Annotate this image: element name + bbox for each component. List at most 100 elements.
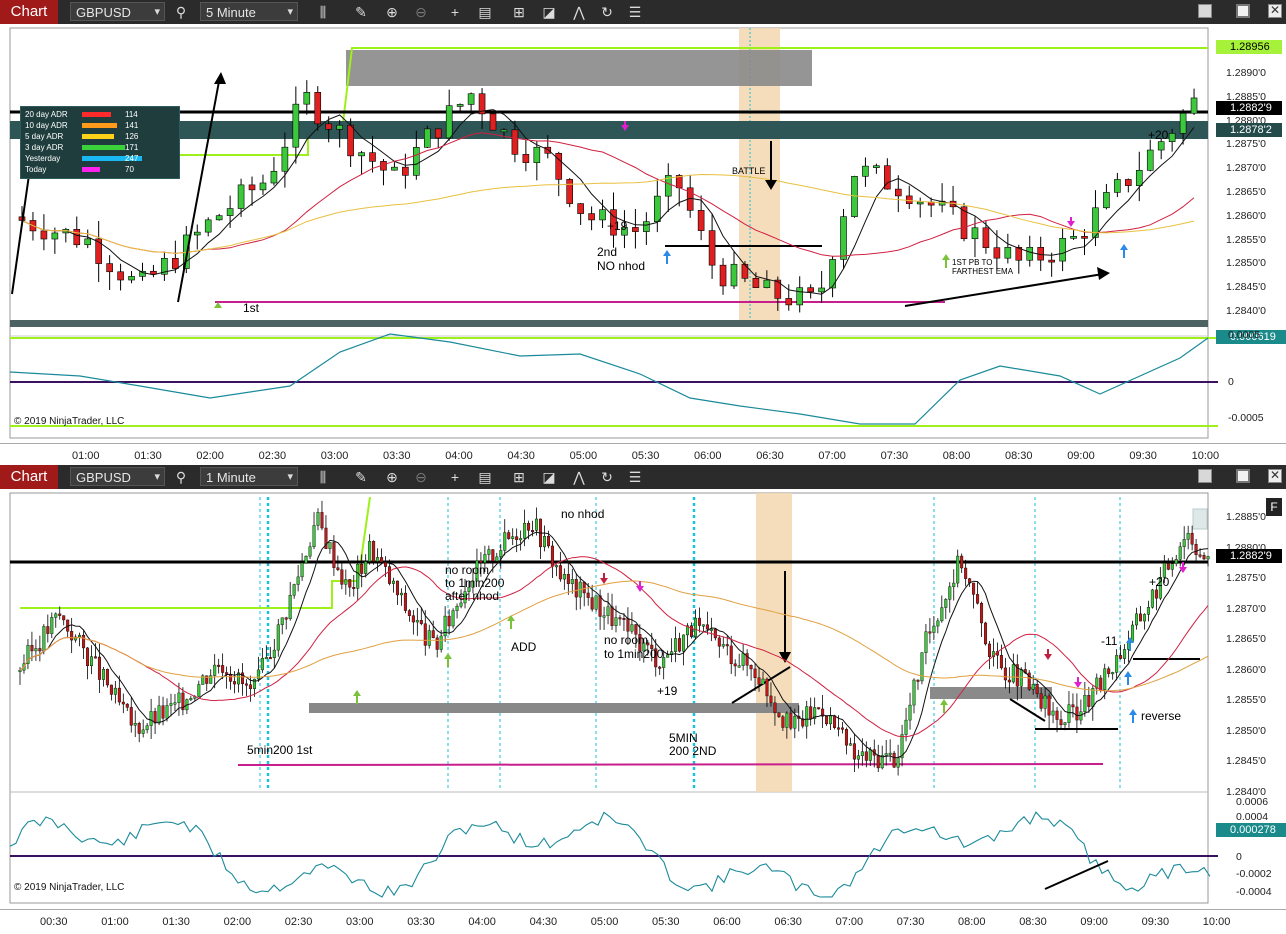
candle-body xyxy=(1035,683,1039,694)
bottom-band xyxy=(10,320,1208,327)
top-chart-tab[interactable]: Chart xyxy=(0,0,58,24)
candle-body xyxy=(1194,544,1198,556)
candle-body xyxy=(487,549,491,555)
time-label: 09:30 xyxy=(1141,916,1170,928)
annotation-2nd: 2nd xyxy=(597,245,618,259)
candle-body xyxy=(960,555,964,569)
bottom-instrument-select[interactable]: GBPUSD ▾ xyxy=(70,467,165,486)
strategies-icon[interactable]: ◪ xyxy=(540,468,558,486)
reload-icon[interactable]: ↻ xyxy=(598,3,616,21)
minimize-button[interactable] xyxy=(1198,4,1212,18)
drawing-tools-icon[interactable]: ⋀ xyxy=(570,468,588,486)
annotation-battle: BATTLE xyxy=(732,166,766,176)
adr-label: 20 day ADR xyxy=(25,110,68,119)
candle-body xyxy=(1071,704,1075,708)
zoom-in-icon[interactable]: ⊕ xyxy=(383,3,401,21)
candle-body xyxy=(499,550,503,558)
bottom-time-axis[interactable]: 00:30 01:00 01:30 02:00 02:30 03:00 03:30 04:00… xyxy=(0,909,1286,934)
battle-zone xyxy=(756,493,792,792)
indicators-icon[interactable]: ⊞ xyxy=(510,3,528,21)
candle-body xyxy=(586,592,590,598)
top-instrument-select[interactable]: GBPUSD ▾ xyxy=(70,2,165,21)
pencil-icon[interactable]: ✎ xyxy=(352,3,370,21)
bottom-interval-select[interactable]: 1 Minute ▾ xyxy=(200,467,298,486)
data-box-icon[interactable]: ▤ xyxy=(476,468,494,486)
adr-value: 247 xyxy=(125,154,139,163)
candle-body xyxy=(916,201,924,205)
top-chart-toolbar: Chart GBPUSD ▾ ⚲ 5 Minute ▾ ⫼ ✎ ⊕ ⊖ + ▤ ⊞ … xyxy=(0,0,1286,25)
zoom-out-icon[interactable]: ⊖ xyxy=(412,468,430,486)
data-box-icon[interactable]: ▤ xyxy=(476,3,494,21)
candle-body xyxy=(165,705,169,719)
maximize-button[interactable] xyxy=(1236,4,1250,18)
candle-body xyxy=(785,712,789,728)
bar-type-icon[interactable]: ⫼ xyxy=(314,3,332,21)
candle-body xyxy=(566,179,573,204)
candle-body xyxy=(654,195,661,222)
candle-body xyxy=(483,554,487,563)
candle-body xyxy=(936,620,940,627)
bottom-chart-tab[interactable]: Chart xyxy=(0,465,58,489)
properties-icon[interactable]: ☰ xyxy=(626,3,644,21)
bar-type-icon[interactable]: ⫼ xyxy=(314,468,332,486)
indicators-icon[interactable]: ⊞ xyxy=(510,468,528,486)
candle-body xyxy=(868,749,872,761)
reload-icon[interactable]: ↻ xyxy=(598,468,616,486)
candle-body xyxy=(999,655,1003,669)
candle-body xyxy=(145,725,149,731)
candle-body xyxy=(757,677,761,685)
candle-body xyxy=(705,624,709,630)
top-interval-select[interactable]: 5 Minute ▾ xyxy=(200,2,298,21)
candle-body xyxy=(719,264,727,287)
pencil-icon[interactable]: ✎ xyxy=(352,468,370,486)
minimize-button[interactable] xyxy=(1198,469,1212,483)
plot-frame xyxy=(9,27,1209,439)
f-button[interactable]: F xyxy=(1266,498,1282,516)
candle-body xyxy=(117,687,121,703)
time-label: 03:30 xyxy=(383,450,411,462)
adr-bar xyxy=(82,145,125,150)
candle-body xyxy=(260,658,264,671)
time-label: 09:00 xyxy=(1067,450,1095,462)
zoom-out-icon[interactable]: ⊖ xyxy=(412,3,430,21)
price-tick: 1.2855'0 xyxy=(1226,694,1266,706)
candle-body xyxy=(456,104,464,107)
drawing-tools-icon[interactable]: ⋀ xyxy=(570,3,588,21)
top-price-chart[interactable] xyxy=(0,24,1218,443)
candle-body xyxy=(197,684,201,697)
crosshair-icon[interactable]: + xyxy=(446,3,464,21)
candle-body xyxy=(980,603,984,624)
candle-body xyxy=(956,555,960,584)
strategies-icon[interactable]: ◪ xyxy=(540,3,558,21)
candle-body xyxy=(423,623,427,646)
candle-body xyxy=(523,523,527,539)
maximize-button[interactable] xyxy=(1236,469,1250,483)
candle-body xyxy=(109,684,113,695)
candle-body xyxy=(117,271,124,281)
bottom-price-chart[interactable] xyxy=(0,489,1218,909)
candle-body xyxy=(590,597,594,610)
crosshair-icon[interactable]: + xyxy=(446,468,464,486)
candle-body xyxy=(128,276,135,281)
zoom-in-icon[interactable]: ⊕ xyxy=(383,468,401,486)
candle-body xyxy=(515,536,519,540)
candle-body xyxy=(288,595,292,620)
close-button[interactable]: ✕ xyxy=(1268,4,1282,18)
osc-tick: 0.0004 xyxy=(1236,811,1269,823)
copyright: © 2019 NinjaTrader, LLC xyxy=(14,882,125,893)
properties-icon[interactable]: ☰ xyxy=(626,468,644,486)
candle-body xyxy=(912,679,916,706)
candle-body xyxy=(415,620,419,623)
time-label: 01:30 xyxy=(162,916,190,928)
candle-body xyxy=(1111,672,1115,675)
candle-body xyxy=(976,594,980,604)
candle-body xyxy=(971,227,979,240)
close-button[interactable]: ✕ xyxy=(1268,469,1282,483)
candle-body xyxy=(533,146,541,163)
search-icon[interactable]: ⚲ xyxy=(172,3,190,21)
candle-body xyxy=(268,657,272,660)
price-tick: 1.2870'0 xyxy=(1226,162,1266,175)
price-tag-zone: 1.2878'2 xyxy=(1216,123,1282,137)
candle-body xyxy=(38,648,42,652)
search-icon[interactable]: ⚲ xyxy=(172,468,190,486)
